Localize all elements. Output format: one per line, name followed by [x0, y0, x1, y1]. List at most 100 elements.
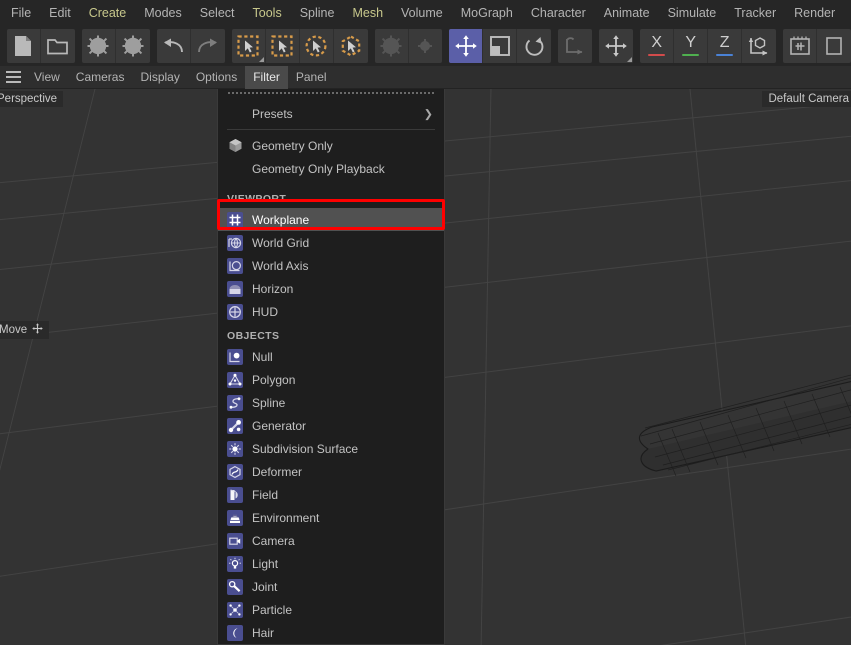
- cube-icon: [227, 138, 243, 154]
- render-view-icon[interactable]: [375, 28, 409, 63]
- menu-volume[interactable]: Volume: [392, 2, 452, 24]
- viewport-menu-options[interactable]: Options: [188, 66, 245, 89]
- menu-animate[interactable]: Animate: [595, 2, 659, 24]
- scale-tool-icon[interactable]: [483, 28, 518, 63]
- menu-item-label: Presets: [252, 106, 293, 121]
- toolbar-group-selection: [231, 28, 368, 63]
- menu-item-world-axis[interactable]: World Axis: [218, 254, 444, 277]
- world-axis-icon: [227, 257, 243, 274]
- rectangle-selection-icon[interactable]: [266, 28, 300, 63]
- menu-item-joint[interactable]: Joint: [218, 575, 444, 598]
- menu-item-label: Particle: [252, 602, 293, 617]
- menu-item-polygon[interactable]: Polygon: [218, 368, 444, 391]
- toolbar-group-axislock: [599, 28, 634, 63]
- main-menu-bar: File Edit Create Modes Select Tools Spline Mesh…: [0, 0, 851, 25]
- viewport-menu-cameras[interactable]: Cameras: [68, 66, 133, 89]
- menu-mesh[interactable]: Mesh: [343, 2, 392, 24]
- menu-item-label: Light: [252, 556, 279, 571]
- menu-item-presets[interactable]: Presets ❯: [218, 102, 444, 125]
- world-coordinate-icon[interactable]: [742, 29, 776, 63]
- menu-character[interactable]: Character: [522, 2, 595, 24]
- menu-item-label: Horizon: [252, 281, 294, 296]
- axis-z-color-bar: [716, 53, 734, 57]
- viewport-menu-filter[interactable]: Filter: [245, 65, 288, 89]
- viewport-icon[interactable]: [817, 29, 851, 63]
- polygon-selection-icon[interactable]: [334, 29, 368, 63]
- viewport-tool-label: Move: [0, 321, 50, 339]
- axis-z-icon[interactable]: Z: [708, 28, 743, 63]
- menu-item-generator[interactable]: Generator: [218, 414, 444, 437]
- menu-item-horizon[interactable]: Horizon: [218, 277, 444, 300]
- render-region-icon[interactable]: [783, 28, 818, 63]
- menu-select[interactable]: Select: [191, 2, 244, 24]
- asset-browser-icon[interactable]: [116, 29, 150, 63]
- content-browser-icon[interactable]: [82, 28, 116, 63]
- particle-icon: [227, 601, 243, 618]
- world-grid-icon: [227, 234, 243, 251]
- hamburger-icon[interactable]: [0, 66, 26, 89]
- rotate-tool-icon[interactable]: [517, 29, 551, 63]
- menu-render[interactable]: Render: [785, 2, 844, 24]
- viewport-perspective-label: Perspective: [0, 91, 64, 107]
- menu-tools[interactable]: Tools: [244, 2, 291, 24]
- menu-item-hair[interactable]: Hair: [218, 621, 444, 644]
- menu-item-deformer[interactable]: Deformer: [218, 460, 444, 483]
- viewport-camera-label: Default Camera: [762, 91, 851, 107]
- menu-item-environment[interactable]: Environment: [218, 506, 444, 529]
- live-selection-icon[interactable]: [232, 28, 266, 63]
- menu-item-null[interactable]: Null: [218, 345, 444, 368]
- menu-item-geometry-only[interactable]: Geometry Only: [218, 134, 444, 157]
- toolbar-group-file: [7, 28, 75, 63]
- menu-extensions[interactable]: Extensions: [844, 2, 851, 24]
- menu-modes[interactable]: Modes: [135, 2, 191, 24]
- camera-icon: [227, 532, 243, 549]
- redo-icon[interactable]: [191, 29, 225, 63]
- lasso-selection-icon[interactable]: [300, 28, 334, 63]
- viewport-menu-view[interactable]: View: [26, 66, 68, 89]
- viewport-menu-display[interactable]: Display: [132, 66, 187, 89]
- menu-item-label: Joint: [252, 579, 278, 594]
- menu-spline[interactable]: Spline: [291, 2, 344, 24]
- world-object-axis-icon[interactable]: [558, 29, 592, 63]
- menu-item-label: Spline: [252, 395, 286, 410]
- menu-item-world-grid[interactable]: World Grid: [218, 231, 444, 254]
- viewport-tool-text: Move: [0, 324, 28, 336]
- chevron-right-icon: ❯: [423, 108, 433, 120]
- menu-create[interactable]: Create: [80, 2, 136, 24]
- menu-item-label: World Grid: [252, 235, 310, 250]
- light-icon: [227, 555, 243, 572]
- move-tool-icon[interactable]: [449, 28, 484, 63]
- menu-simulate[interactable]: Simulate: [659, 2, 726, 24]
- axis-x-icon[interactable]: X: [640, 28, 675, 63]
- axis-move-icon[interactable]: [599, 29, 633, 63]
- field-icon: [227, 486, 243, 503]
- menu-item-spline[interactable]: Spline: [218, 391, 444, 414]
- menu-tearoff-handle[interactable]: [228, 92, 434, 102]
- menu-item-camera[interactable]: Camera: [218, 529, 444, 552]
- menu-item-field[interactable]: Field: [218, 483, 444, 506]
- menu-file[interactable]: File: [2, 2, 40, 24]
- axis-y-icon[interactable]: Y: [674, 28, 709, 63]
- menu-item-light[interactable]: Light: [218, 552, 444, 575]
- environment-icon: [227, 509, 243, 526]
- toolbar-group-content: [81, 28, 150, 63]
- horizon-icon: [227, 280, 243, 297]
- menu-item-label: Subdivision Surface: [252, 441, 359, 456]
- menu-item-label: Geometry Only: [252, 138, 333, 153]
- menu-item-geometry-only-playback[interactable]: Geometry Only Playback: [218, 157, 444, 180]
- render-settings-icon[interactable]: [409, 29, 443, 63]
- new-document-icon[interactable]: [7, 28, 41, 63]
- menu-item-subdivision-surface[interactable]: Subdivision Surface: [218, 437, 444, 460]
- open-folder-icon[interactable]: [41, 29, 75, 63]
- menu-mograph[interactable]: MoGraph: [452, 2, 522, 24]
- menu-item-workplane[interactable]: Workplane: [218, 208, 444, 231]
- menu-item-particle[interactable]: Particle: [218, 598, 444, 621]
- toolbar-group-view: [783, 28, 851, 63]
- menu-tracker[interactable]: Tracker: [725, 2, 785, 24]
- menu-section-heading: OBJECTS: [227, 330, 280, 342]
- hair-icon: [227, 624, 243, 641]
- viewport-menu-panel[interactable]: Panel: [288, 66, 335, 89]
- undo-icon[interactable]: [157, 28, 191, 63]
- menu-edit[interactable]: Edit: [40, 2, 80, 24]
- menu-item-hud[interactable]: HUD: [218, 300, 444, 323]
